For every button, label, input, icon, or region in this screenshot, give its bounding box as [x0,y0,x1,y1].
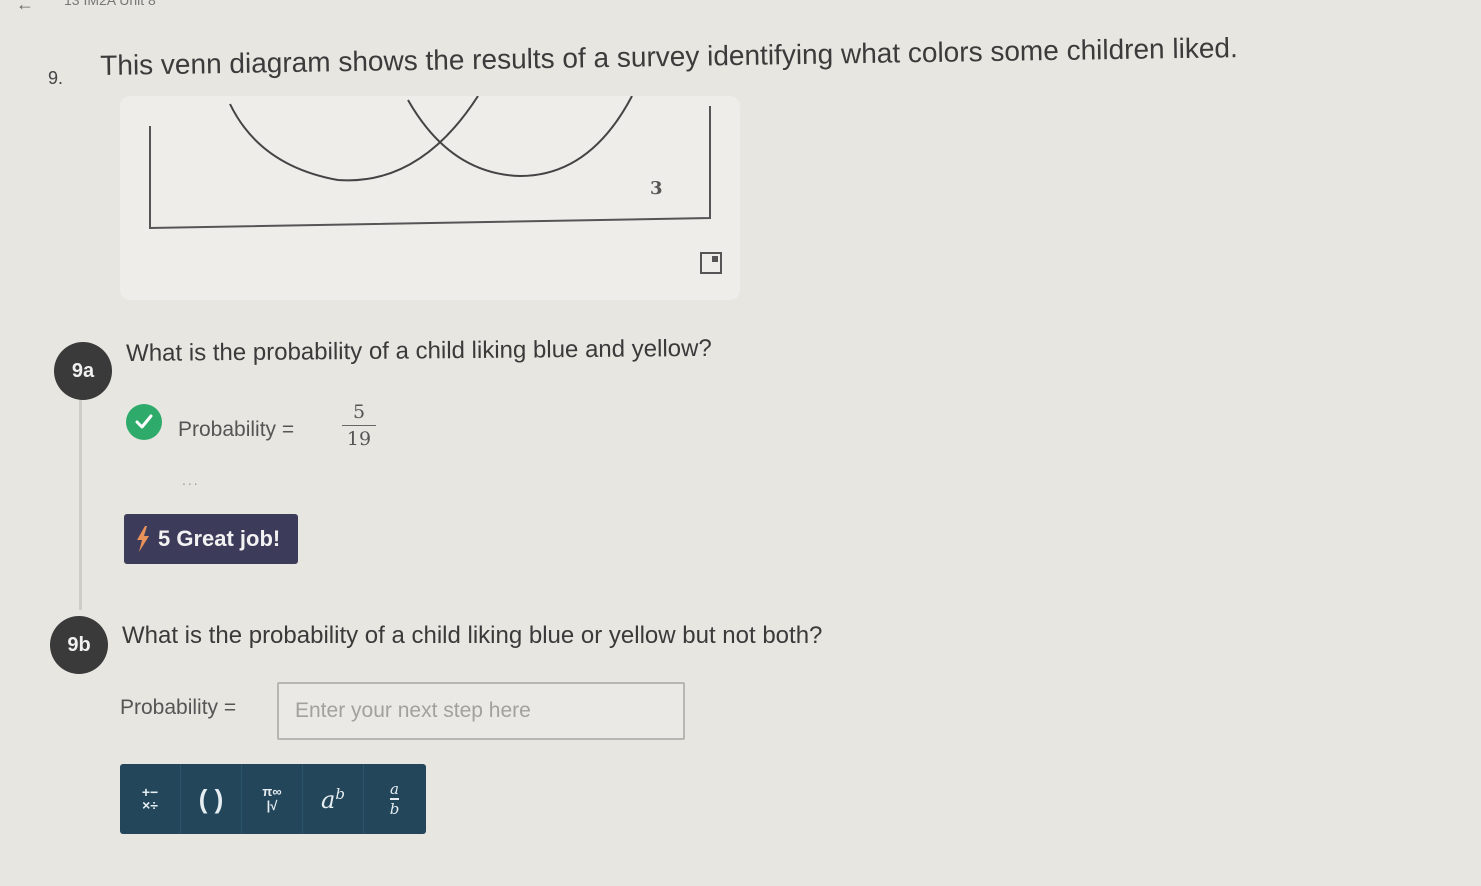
probability-label-b: Probability = [120,696,237,719]
parentheses-button[interactable]: ( ) [181,764,242,834]
venn-diagram [149,96,711,230]
math-toolbar: +− ×÷ ( ) π∞ |√ ab ab [120,764,426,834]
more-steps-ellipsis[interactable]: ... [182,472,200,488]
probability-label-a: Probability = [178,418,295,441]
fraction-icon: ab [389,780,400,818]
answer-fraction: 5 19 [340,400,378,451]
bolt-icon [137,526,149,552]
exponent-button[interactable]: ab [303,764,364,834]
answer-numerator: 5 [352,401,366,423]
part-badge-9a: 9a [54,342,112,400]
question-text: This venn diagram shows the results of a… [100,32,1238,81]
check-circle-icon [126,404,162,440]
fraction-bar [342,425,376,426]
part-a-prompt: What is the probability of a child likin… [126,334,712,367]
answer-denominator: 19 [346,428,372,450]
venn-circle-right [407,96,633,178]
venn-outside-count: 3 [650,178,663,199]
page-title: 13 IM2A Unit 8 [64,0,156,8]
top-bar: ← 13 IM2A Unit 8 [0,0,1481,14]
venn-diagram-card: 3 [120,96,740,300]
reward-badge: 5 Great job! [124,514,298,564]
exponent-icon: ab [321,784,345,814]
answer-input[interactable] [277,682,685,740]
venn-universe-rect [149,106,711,230]
expand-icon[interactable] [700,252,722,274]
reward-text: 5 Great job! [158,526,281,551]
fraction-button[interactable]: ab [364,764,425,834]
parentheses-icon: ( ) [198,783,224,814]
operators-icon: +− ×÷ [141,784,159,813]
venn-circle-left [229,96,479,182]
question-number: 9. [48,68,64,88]
pi-root-icon: π∞ |√ [262,784,282,813]
part-b-prompt: What is the probability of a child likin… [122,622,823,649]
operators-button[interactable]: +− ×÷ [120,764,181,834]
part-badge-9b: 9b [50,616,108,674]
symbols-button[interactable]: π∞ |√ [242,764,303,834]
back-arrow-icon[interactable]: ← [16,0,34,15]
step-connector-line [79,400,82,610]
